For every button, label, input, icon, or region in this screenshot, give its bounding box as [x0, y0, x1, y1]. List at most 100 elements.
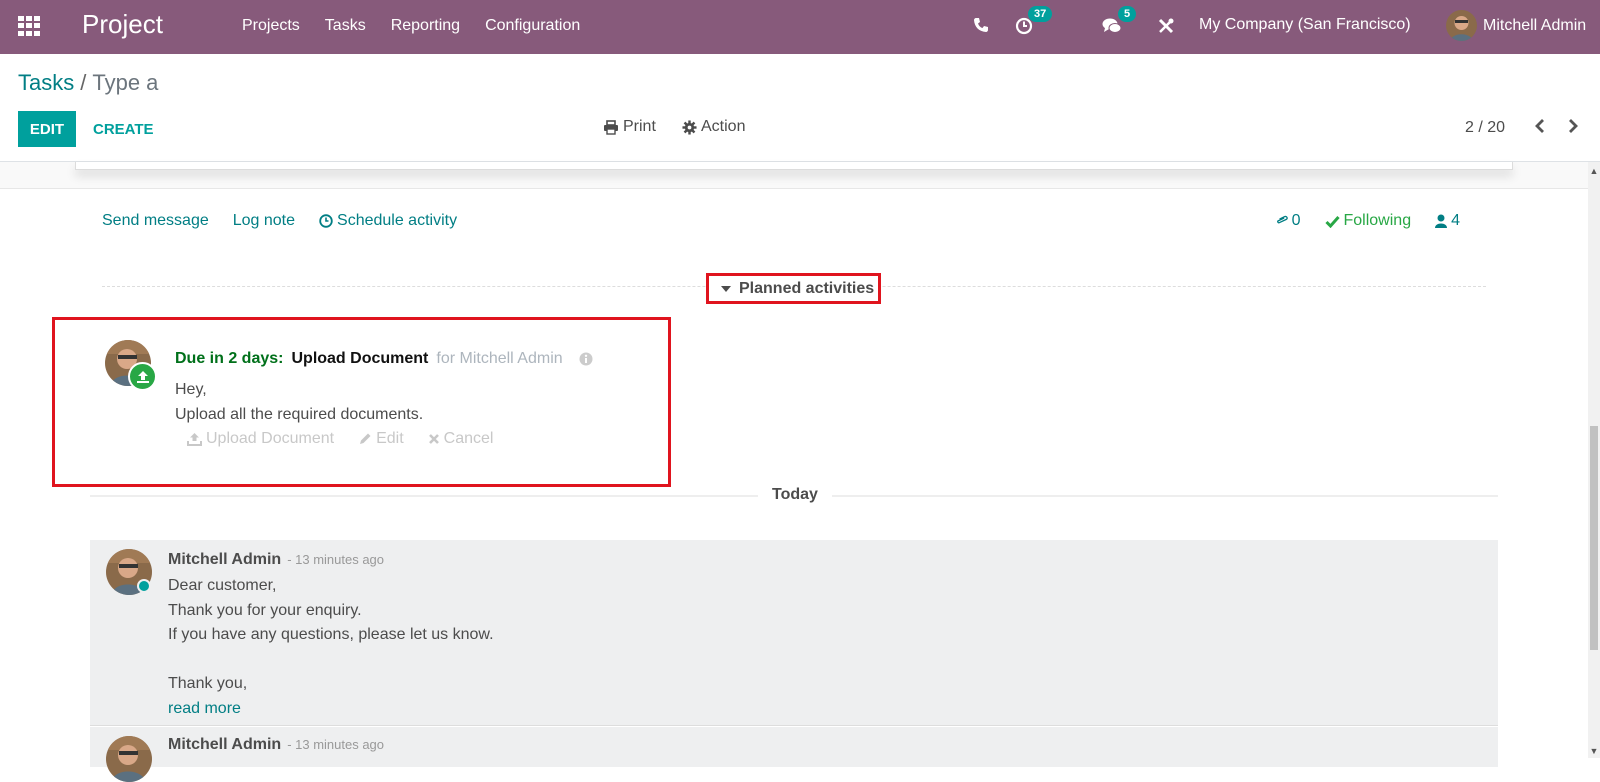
message-line: Thank you,: [168, 675, 248, 692]
breadcrumb-separator: /: [80, 70, 87, 95]
app-name: Project: [82, 9, 163, 39]
pencil-icon: [360, 433, 371, 444]
read-more-link[interactable]: read more: [168, 697, 494, 722]
action-button[interactable]: Action: [682, 118, 745, 136]
edit-activity-label: Edit: [376, 430, 404, 447]
pager-next[interactable]: [1563, 114, 1583, 138]
edit-button[interactable]: EDIT: [18, 111, 76, 147]
following-label: Following: [1343, 212, 1412, 229]
menu-projects[interactable]: Projects: [242, 17, 300, 35]
activity-header: Due in 2 days: Upload Document for Mitch…: [175, 350, 593, 368]
control-panel: Tasks / Type a EDIT CREATE Print Action 2 …: [0, 54, 1600, 162]
action-label: Action: [701, 118, 746, 135]
message-header: Mitchell Admin - 13 minutes ago: [168, 551, 384, 569]
message-item: Mitchell Admin - 13 minutes ago: [90, 727, 1498, 782]
menu-tasks[interactable]: Tasks: [325, 17, 366, 35]
close-icon: [428, 434, 439, 444]
user-avatar: [1446, 10, 1477, 41]
user-name: Mitchell Admin: [1483, 16, 1587, 34]
message-body: Dear customer, Thank you for your enquir…: [168, 574, 494, 721]
message-time: - 13 minutes ago: [287, 552, 385, 567]
message-count-badge: 5: [1118, 6, 1137, 22]
user-menu[interactable]: Mitchell Admin: [1446, 10, 1586, 41]
check-icon: [1324, 215, 1340, 228]
online-status-icon: [137, 579, 151, 593]
followers-button[interactable]: 4: [1435, 212, 1460, 230]
planned-activities-label: Planned activities: [739, 279, 875, 297]
chatter-followers: 0 Following 4: [1276, 212, 1460, 230]
tools-icon[interactable]: [1157, 17, 1175, 40]
activity-note-line: Hey,: [175, 381, 207, 398]
upload-document-label: Upload Document: [206, 430, 335, 447]
upload-icon: [187, 433, 202, 446]
pager-value: 2 / 20: [1465, 119, 1506, 136]
create-button[interactable]: CREATE: [93, 111, 154, 147]
print-button[interactable]: Print: [603, 118, 656, 136]
user-icon: [1435, 214, 1448, 228]
menu-configuration[interactable]: Configuration: [485, 17, 580, 35]
activity-menu[interactable]: 37: [1015, 6, 1053, 40]
info-icon[interactable]: [579, 352, 593, 366]
cancel-activity-label: Cancel: [443, 430, 494, 447]
apps-grid-icon[interactable]: [18, 16, 40, 36]
activity-due: Due in 2 days:: [175, 350, 284, 367]
activity-actions: Upload Document Edit Cancel: [187, 430, 493, 448]
message-time: - 13 minutes ago: [287, 737, 385, 752]
vertical-scrollbar[interactable]: ▲ ▼: [1588, 162, 1600, 758]
print-label: Print: [623, 118, 656, 135]
paperclip-icon: [1276, 215, 1288, 223]
scroll-down-arrow[interactable]: ▼: [1589, 746, 1599, 756]
upload-activity-icon: [128, 362, 157, 391]
comments-icon: [1102, 18, 1122, 33]
send-message-button[interactable]: Send message: [102, 212, 209, 230]
breadcrumb-tasks[interactable]: Tasks: [18, 70, 74, 95]
messaging-menu[interactable]: 5: [1102, 6, 1137, 40]
form-content: Send message Log note Schedule activity …: [0, 162, 1588, 782]
scrollbar-thumb[interactable]: [1590, 426, 1598, 650]
chevron-left-icon: [1535, 119, 1544, 133]
followers-count: 4: [1451, 212, 1460, 229]
print-icon: [604, 119, 618, 135]
following-button[interactable]: Following: [1324, 212, 1412, 230]
message-line: If you have any questions, please let us…: [168, 626, 494, 643]
message-author-avatar[interactable]: [106, 736, 152, 782]
activity-note-line: Upload all the required documents.: [175, 406, 424, 423]
breadcrumb: Tasks / Type a: [18, 70, 158, 96]
message-item: Mitchell Admin - 13 minutes ago Dear cust…: [90, 540, 1498, 726]
message-line: Thank you for your enquiry.: [168, 601, 362, 619]
log-note-button[interactable]: Log note: [233, 212, 295, 230]
company-switcher[interactable]: My Company (San Francisco): [1199, 16, 1411, 34]
chatter-topbar: Send message Log note Schedule activity: [102, 212, 457, 230]
activity-note: Hey, Upload all the required documents.: [175, 377, 423, 427]
chevron-right-icon: [1569, 119, 1578, 133]
caret-down-icon: [721, 285, 731, 292]
form-sheet-bottom: [75, 162, 1513, 170]
schedule-activity-label: Schedule activity: [337, 212, 458, 229]
activity-title: Upload Document: [291, 350, 429, 367]
cancel-activity-button[interactable]: Cancel: [428, 430, 494, 448]
message-header: Mitchell Admin - 13 minutes ago: [168, 736, 384, 754]
pager-previous[interactable]: [1530, 114, 1550, 138]
main-menu: Projects Tasks Reporting Configuration: [242, 17, 580, 35]
breadcrumb-current: Type a: [92, 70, 159, 95]
top-navbar: Project Projects Tasks Reporting Configu…: [0, 0, 1600, 54]
message-author[interactable]: Mitchell Admin: [168, 736, 281, 753]
attachments-count: 0: [1291, 212, 1301, 229]
activity-item: Due in 2 days: Upload Document for Mitch…: [52, 317, 671, 487]
date-separator-label: Today: [758, 486, 832, 504]
activity-count-badge: 37: [1028, 6, 1053, 22]
phone-icon[interactable]: [973, 17, 989, 38]
activity-assignee: for Mitchell Admin: [436, 350, 563, 367]
scroll-up-arrow[interactable]: ▲: [1589, 166, 1599, 176]
gear-icon: [682, 119, 697, 135]
message-line: Dear customer,: [168, 577, 277, 594]
upload-document-button[interactable]: Upload Document: [187, 430, 334, 448]
menu-reporting[interactable]: Reporting: [391, 17, 460, 35]
edit-activity-button[interactable]: Edit: [358, 430, 404, 448]
attachments-button[interactable]: 0: [1276, 212, 1301, 230]
schedule-activity-button[interactable]: Schedule activity: [319, 212, 457, 230]
message-author[interactable]: Mitchell Admin: [168, 551, 281, 568]
planned-activities-toggle[interactable]: Planned activities: [706, 273, 882, 304]
clock-icon: [319, 214, 333, 228]
